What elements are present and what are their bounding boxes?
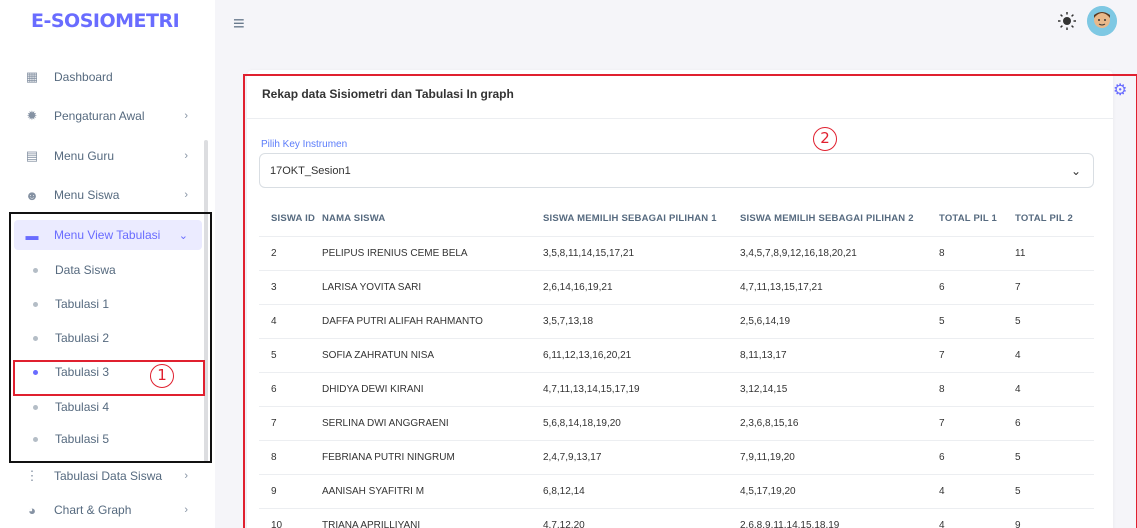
sidebar-item-chart-graph[interactable]: ◕ Chart & Graph › xyxy=(14,495,202,525)
annotation-box-table xyxy=(243,74,1137,528)
menu-toggle-icon[interactable]: ≡ xyxy=(233,13,245,36)
annotation-number-1: 1 xyxy=(150,364,174,388)
sidebar-item-pengaturan-awal[interactable]: ✹ Pengaturan Awal › xyxy=(14,101,202,131)
annotation-box-tabulasi-3 xyxy=(13,360,205,396)
sidebar-item-label: Chart & Graph xyxy=(54,503,132,517)
tree-icon: ⋮ xyxy=(25,468,39,483)
dashboard-icon: ▦ xyxy=(25,69,39,84)
pie-chart-icon: ◕ xyxy=(28,502,36,518)
sidebar-item-label: Dashboard xyxy=(54,70,113,84)
chevron-right-icon: › xyxy=(184,470,188,482)
sidebar-item-menu-guru[interactable]: ▤ Menu Guru › xyxy=(14,141,202,171)
sun-icon[interactable] xyxy=(1057,11,1077,31)
avatar[interactable] xyxy=(1087,6,1117,36)
sidebar-item-tabulasi-data-siswa[interactable]: ⋮ Tabulasi Data Siswa › xyxy=(14,461,202,491)
sidebar-item-label: Menu Siswa xyxy=(54,188,120,202)
chevron-right-icon: › xyxy=(184,110,188,122)
annotation-number-2: 2 xyxy=(813,127,837,151)
settings-icon: ✹ xyxy=(26,108,38,123)
avatar-image xyxy=(1087,6,1117,36)
annotation-box-menu xyxy=(9,212,212,463)
sidebar-item-dashboard[interactable]: ▦ Dashboard xyxy=(14,62,202,92)
chevron-right-icon: › xyxy=(184,504,188,516)
document-icon: ▤ xyxy=(25,148,39,163)
sidebar-item-label: Menu Guru xyxy=(54,149,115,163)
chevron-right-icon: › xyxy=(184,150,188,162)
chevron-right-icon: › xyxy=(184,189,188,201)
user-icon: ☻ xyxy=(25,187,39,203)
sidebar-item-label: Pengaturan Awal xyxy=(54,109,145,123)
sidebar-item-label: Tabulasi Data Siswa xyxy=(54,469,163,483)
brand-logo: E-SOSIOMETRI xyxy=(31,10,180,32)
sidebar-item-menu-siswa[interactable]: ☻ Menu Siswa › xyxy=(14,180,202,210)
